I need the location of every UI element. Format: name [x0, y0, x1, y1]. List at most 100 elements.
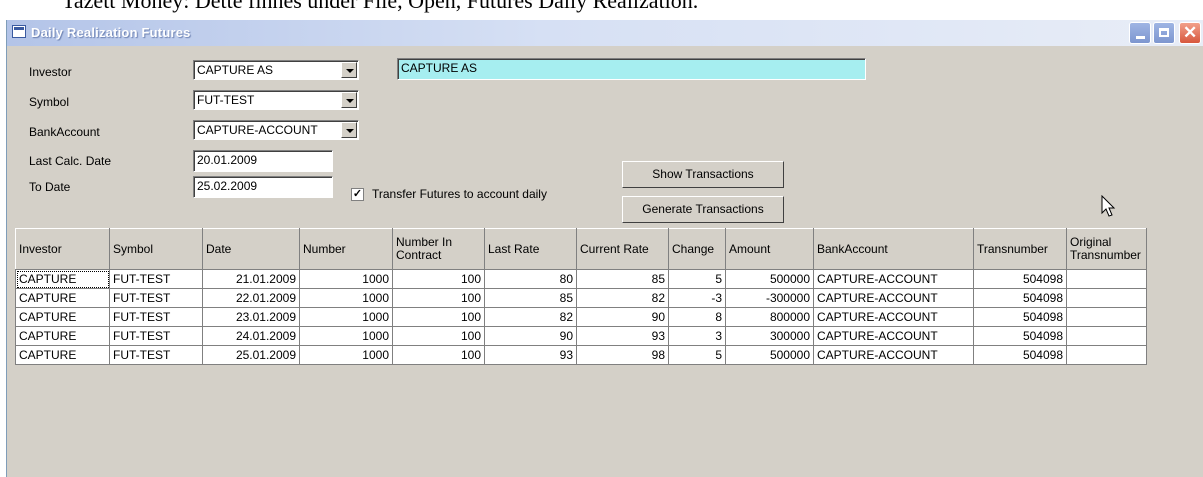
column-header[interactable]: Symbol [109, 228, 203, 270]
symbol-combo[interactable]: FUT-TEST [193, 90, 359, 110]
generate-transactions-button[interactable]: Generate Transactions [622, 196, 784, 223]
table-cell[interactable]: CAPTURE-ACCOUNT [813, 288, 974, 308]
column-header[interactable]: Amount [725, 228, 814, 270]
table-cell[interactable]: 800000 [725, 307, 814, 327]
table-cell[interactable]: FUT-TEST [109, 288, 203, 308]
table-cell[interactable]: 24.01.2009 [202, 326, 300, 346]
column-header[interactable]: Change [668, 228, 726, 270]
transactions-table: Investor Symbol Date Number Number In Co… [15, 228, 1147, 365]
table-cell[interactable]: 25.01.2009 [202, 345, 300, 365]
table-cell[interactable]: CAPTURE [15, 326, 110, 346]
bank-account-combo[interactable]: CAPTURE-ACCOUNT [193, 120, 359, 140]
table-cell[interactable]: 1000 [299, 345, 393, 365]
table-cell[interactable]: 93 [484, 345, 577, 365]
chevron-down-icon[interactable] [341, 62, 357, 78]
table-cell[interactable]: 300000 [725, 326, 814, 346]
table-cell[interactable]: -300000 [725, 288, 814, 308]
table-cell[interactable] [1066, 326, 1147, 346]
table-row[interactable]: CAPTURE FUT-TEST 25.01.2009 1000 100 93 98 5 500… [15, 345, 1147, 365]
table-cell[interactable]: 100 [392, 269, 485, 289]
table-row[interactable]: CAPTURE FUT-TEST 22.01.2009 1000 100 85 82 -3 -3… [15, 288, 1147, 308]
table-cell[interactable]: FUT-TEST [109, 345, 203, 365]
table-cell[interactable]: 100 [392, 307, 485, 327]
table-cell[interactable]: 85 [576, 269, 669, 289]
table-cell[interactable]: 504098 [973, 288, 1067, 308]
table-cell[interactable]: 504098 [973, 307, 1067, 327]
last-calc-date-field[interactable]: 20.01.2009 [193, 150, 333, 172]
table-cell[interactable]: 1000 [299, 288, 393, 308]
table-cell[interactable]: 100 [392, 288, 485, 308]
title-bar[interactable]: Daily Realization Futures ✕ [7, 20, 1203, 46]
table-cell[interactable]: 5 [668, 345, 726, 365]
table-cell[interactable]: 90 [576, 307, 669, 327]
window-title: Daily Realization Futures [31, 25, 191, 40]
table-cell[interactable]: 8 [668, 307, 726, 327]
to-date-field[interactable]: 25.02.2009 [193, 176, 333, 198]
table-cell[interactable]: 22.01.2009 [202, 288, 300, 308]
table-cell[interactable]: 80 [484, 269, 577, 289]
table-cell[interactable]: 3 [668, 326, 726, 346]
table-cell[interactable] [1066, 307, 1147, 327]
investor-label: Investor [29, 65, 72, 79]
column-header[interactable]: Current Rate [576, 228, 669, 270]
table-cell[interactable]: 500000 [725, 269, 814, 289]
maximize-button[interactable] [1153, 22, 1175, 44]
table-cell[interactable]: 5 [668, 269, 726, 289]
investor-combo[interactable]: CAPTURE AS [193, 60, 359, 80]
to-date-label: To Date [29, 180, 71, 194]
bank-account-combo-value: CAPTURE-ACCOUNT [197, 123, 318, 137]
table-cell[interactable]: CAPTURE [15, 288, 110, 308]
table-cell[interactable] [1066, 345, 1147, 365]
table-cell[interactable]: 90 [484, 326, 577, 346]
chevron-down-icon[interactable] [341, 122, 357, 138]
table-cell[interactable]: 21.01.2009 [202, 269, 300, 289]
table-cell[interactable]: 1000 [299, 326, 393, 346]
table-cell[interactable]: 98 [576, 345, 669, 365]
table-cell[interactable]: 93 [576, 326, 669, 346]
investor-name-field[interactable]: CAPTURE AS [397, 58, 866, 80]
table-cell[interactable]: 1000 [299, 307, 393, 327]
close-button[interactable]: ✕ [1179, 22, 1201, 44]
table-cell[interactable]: 500000 [725, 345, 814, 365]
table-row[interactable]: CAPTURE FUT-TEST 23.01.2009 1000 100 82 90 8 800… [15, 307, 1147, 327]
column-header[interactable]: BankAccount [813, 228, 974, 270]
table-cell[interactable]: CAPTURE-ACCOUNT [813, 326, 974, 346]
table-cell[interactable]: CAPTURE [15, 345, 110, 365]
table-cell[interactable]: CAPTURE-ACCOUNT [813, 345, 974, 365]
table-cell[interactable]: 1000 [299, 269, 393, 289]
chevron-down-icon[interactable] [341, 92, 357, 108]
table-cell[interactable]: 82 [484, 307, 577, 327]
table-row[interactable]: CAPTURE FUT-TEST 24.01.2009 1000 100 90 93 3 300… [15, 326, 1147, 346]
table-cell[interactable]: FUT-TEST [109, 326, 203, 346]
column-header[interactable]: Original Transnumber [1066, 228, 1147, 270]
table-cell[interactable]: FUT-TEST [109, 307, 203, 327]
column-header[interactable]: Last Rate [484, 228, 577, 270]
transfer-daily-checkbox[interactable]: ✓ [351, 188, 364, 201]
table-cell[interactable] [1066, 288, 1147, 308]
table-cell[interactable]: 85 [484, 288, 577, 308]
show-transactions-button[interactable]: Show Transactions [622, 161, 784, 188]
column-header[interactable]: Date [202, 228, 300, 270]
column-header[interactable]: Investor [15, 228, 110, 270]
column-header[interactable]: Transnumber [973, 228, 1067, 270]
table-row[interactable]: CAPTURE FUT-TEST 21.01.2009 1000 100 80 85 5 500… [15, 269, 1147, 289]
table-cell[interactable]: 504098 [973, 326, 1067, 346]
table-cell[interactable] [1066, 269, 1147, 289]
mouse-cursor-icon [1101, 195, 1116, 217]
table-cell[interactable]: CAPTURE [15, 307, 110, 327]
table-cell[interactable]: FUT-TEST [109, 269, 203, 289]
table-cell[interactable]: 23.01.2009 [202, 307, 300, 327]
table-cell[interactable]: 504098 [973, 269, 1067, 289]
table-cell[interactable]: 504098 [973, 345, 1067, 365]
table-cell[interactable]: CAPTURE-ACCOUNT [813, 269, 974, 289]
table-cell[interactable]: CAPTURE [15, 269, 110, 289]
table-cell[interactable]: 100 [392, 326, 485, 346]
table-cell[interactable]: 100 [392, 345, 485, 365]
column-header[interactable]: Number In Contract [392, 228, 485, 270]
table-cell[interactable]: 82 [576, 288, 669, 308]
table-cell[interactable]: -3 [668, 288, 726, 308]
last-calc-date-label: Last Calc. Date [29, 154, 112, 168]
column-header[interactable]: Number [299, 228, 393, 270]
table-cell[interactable]: CAPTURE-ACCOUNT [813, 307, 974, 327]
minimize-button[interactable] [1129, 22, 1151, 44]
